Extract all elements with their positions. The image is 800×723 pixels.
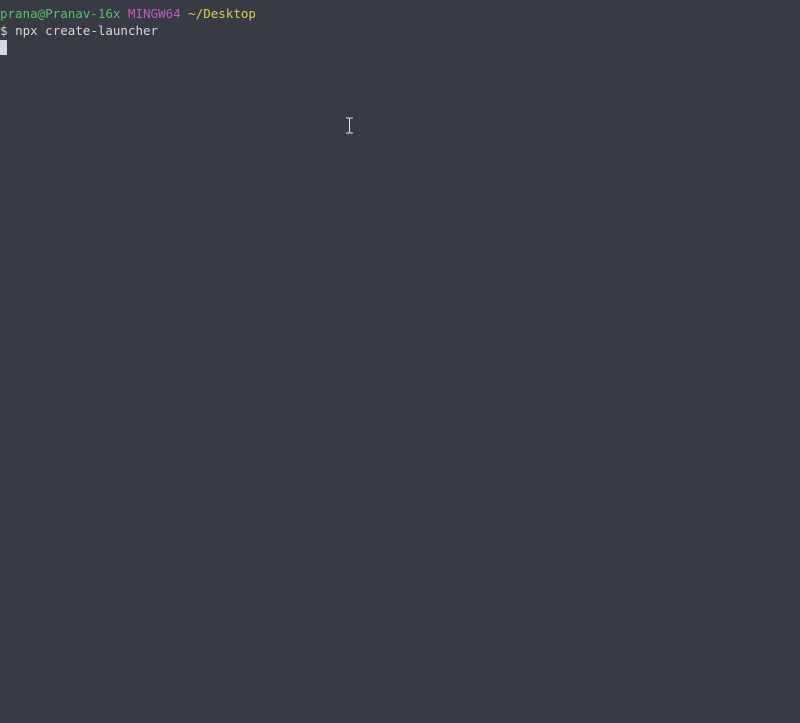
current-directory: ~/Desktop <box>188 6 256 21</box>
user-host: prana@Pranav-16x <box>0 6 121 21</box>
command-text: npx create-launcher <box>15 23 159 38</box>
command-line: $ npx create-launcher <box>0 22 800 39</box>
terminal-window[interactable]: prana@Pranav-16x MINGW64 ~/Desktop $ npx… <box>0 0 800 723</box>
block-cursor-icon <box>0 40 7 55</box>
prompt-header: prana@Pranav-16x MINGW64 ~/Desktop <box>0 5 800 22</box>
i-beam-cursor-icon <box>345 117 354 134</box>
system-name: MINGW64 <box>127 6 181 21</box>
prompt-symbol: $ <box>0 23 8 38</box>
input-line[interactable] <box>0 39 800 56</box>
